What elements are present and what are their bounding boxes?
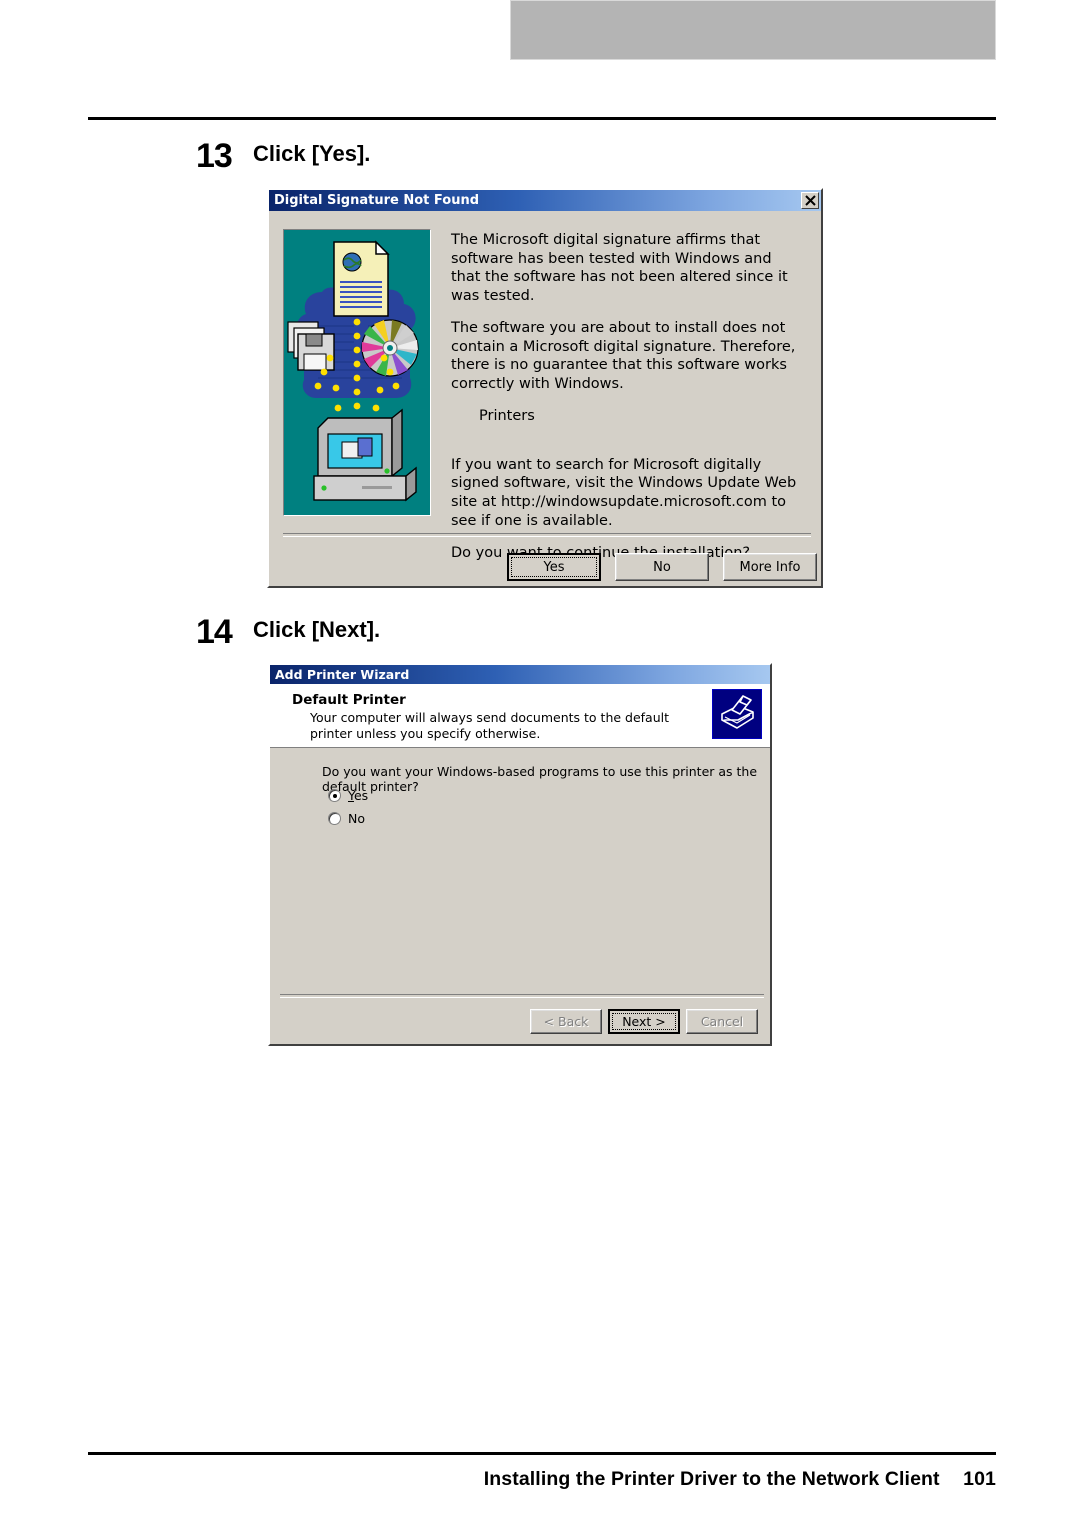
signature-paragraph-3: If you want to search for Microsoft digi… [451, 456, 797, 529]
wizard-titlebar[interactable]: Add Printer Wizard [270, 665, 770, 684]
radio-default-printer-yes[interactable]: Yes [328, 788, 368, 803]
footer-title: Installing the Printer Driver to the Net… [483, 1468, 940, 1490]
signature-paragraph-1: The Microsoft digital signature affirms … [451, 232, 788, 304]
wizard-button-row: < Back Next > Cancel [530, 1009, 758, 1034]
signature-subject: Printers [479, 408, 535, 425]
focus-rect [511, 557, 597, 577]
wizard-divider [280, 994, 764, 998]
wizard-body: Do you want your Windows-based programs … [270, 748, 770, 1044]
step-number-14: 14 [196, 613, 233, 651]
back-button-label: < Back [543, 1014, 589, 1029]
close-icon[interactable] [801, 192, 819, 209]
more-info-button[interactable]: More Info [723, 553, 817, 581]
no-button[interactable]: No [615, 553, 709, 581]
dialog-titlebar[interactable]: Digital Signature Not Found [269, 190, 821, 211]
dialog-title: Digital Signature Not Found [274, 193, 480, 208]
printer-icon [712, 689, 762, 739]
radio-no-text: No [348, 811, 365, 826]
step-title-13: Click [Yes]. [253, 141, 371, 166]
wizard-header: Default Printer Your computer will alway… [270, 684, 770, 748]
radio-no-icon [328, 812, 341, 825]
step-title-14: Click [Next]. [253, 617, 381, 642]
more-info-button-label: More Info [739, 559, 801, 575]
header-rule [88, 117, 996, 120]
cancel-button[interactable]: Cancel [686, 1009, 758, 1034]
digital-signature-illustration-icon [283, 229, 431, 516]
back-button[interactable]: < Back [530, 1009, 602, 1034]
dialog-body: The Microsoft digital signature affirms … [269, 211, 821, 586]
radio-yes-icon [328, 789, 341, 802]
focus-rect [612, 1013, 676, 1030]
next-button[interactable]: Next > [608, 1009, 680, 1034]
step-number-13: 13 [196, 137, 233, 175]
digital-signature-dialog: Digital Signature Not Found The Microsof… [267, 188, 823, 588]
cancel-button-label: Cancel [700, 1014, 744, 1029]
footer-rule [88, 1452, 996, 1455]
wizard-title: Add Printer Wizard [275, 667, 410, 682]
page-number: 101 [963, 1468, 996, 1490]
signature-paragraph-2: The software you are about to install do… [451, 320, 796, 392]
dialog-message: The Microsoft digital signature affirms … [451, 231, 803, 577]
page-footer: Installing the Printer Driver to the Net… [88, 1468, 996, 1491]
radio-no-label: No [348, 811, 365, 826]
dialog-button-row: Yes No More Info [269, 553, 821, 581]
radio-yes-label: Yes [348, 788, 369, 803]
no-button-label: No [653, 559, 671, 575]
default-printer-question: Do you want your Windows-based programs … [322, 764, 758, 794]
radio-yes-text: es [353, 788, 369, 803]
radio-default-printer-no[interactable]: No [328, 811, 365, 826]
wizard-header-title: Default Printer [292, 692, 406, 708]
page-header-tab [510, 0, 996, 60]
wizard-header-subtitle: Your computer will always send documents… [310, 710, 670, 741]
add-printer-wizard-dialog: Add Printer Wizard Default Printer Your … [268, 663, 772, 1046]
yes-button[interactable]: Yes [507, 553, 601, 581]
dialog-divider [283, 533, 811, 537]
